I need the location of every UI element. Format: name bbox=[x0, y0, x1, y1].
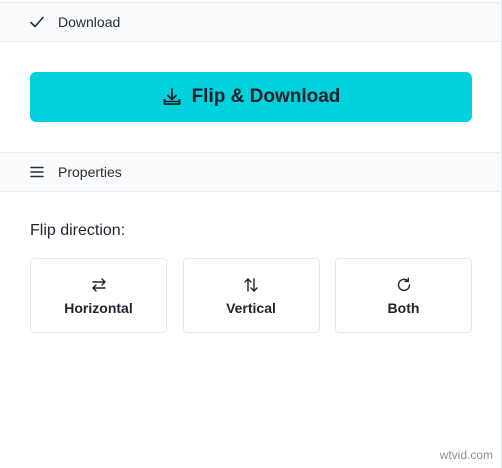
swap-horizontal-icon bbox=[91, 276, 107, 294]
flip-vertical-label: Vertical bbox=[226, 299, 276, 316]
download-section-title: Download bbox=[58, 14, 121, 30]
flip-direction-label: Flip direction: bbox=[30, 222, 126, 239]
flip-vertical-option[interactable]: Vertical bbox=[182, 258, 320, 333]
flip-both-option[interactable]: Both bbox=[335, 258, 472, 333]
properties-section-header[interactable]: Properties bbox=[0, 152, 501, 192]
flip-and-download-button[interactable]: Flip & Download bbox=[30, 72, 472, 122]
flip-horizontal-option[interactable]: Horizontal bbox=[30, 258, 167, 333]
download-section-header[interactable]: Download bbox=[0, 2, 501, 42]
download-icon bbox=[162, 87, 182, 107]
flip-and-download-label: Flip & Download bbox=[191, 86, 341, 107]
properties-section-title: Properties bbox=[58, 164, 122, 180]
flip-both-label: Both bbox=[387, 299, 420, 316]
check-icon bbox=[30, 15, 44, 29]
flip-panel: Download Flip & Download Properties Flip… bbox=[0, 0, 502, 468]
swap-vertical-icon bbox=[243, 276, 259, 294]
watermark: wtvid.com bbox=[439, 448, 493, 462]
flip-options: Horizontal Vertical Both bbox=[30, 258, 472, 333]
flip-horizontal-label: Horizontal bbox=[64, 299, 133, 316]
rotate-icon bbox=[396, 276, 412, 294]
menu-icon bbox=[30, 165, 44, 179]
